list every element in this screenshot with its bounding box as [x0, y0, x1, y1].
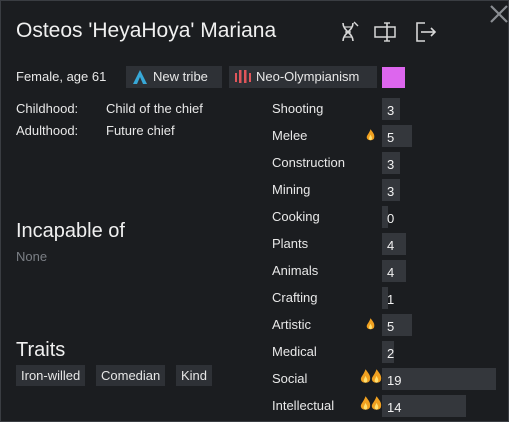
skill-level-value: 14 [387, 400, 402, 415]
skill-row-plants[interactable]: Plants 4 [272, 233, 502, 255]
skill-name: Social [272, 371, 308, 386]
skill-row-shooting[interactable]: Shooting 3 [272, 98, 502, 120]
ideoligion-icon [235, 70, 251, 83]
skill-name: Crafting [272, 290, 318, 305]
skill-level-value: 4 [387, 238, 395, 253]
skill-row-construction[interactable]: Construction 3 [272, 152, 502, 174]
skill-row-mining[interactable]: Mining 3 [272, 179, 502, 201]
skill-level-value: 4 [387, 265, 395, 280]
trait-chip[interactable]: Iron-willed [16, 365, 86, 386]
skill-level-value: 3 [387, 184, 395, 199]
skill-row-melee[interactable]: Melee 5 [272, 125, 502, 147]
skill-level-value: 19 [387, 373, 402, 388]
skill-row-intellectual[interactable]: Intellectual 14 [272, 395, 502, 417]
rename-icon[interactable] [373, 19, 399, 45]
skill-level-value: 5 [387, 130, 395, 145]
traits-heading: Traits [16, 339, 66, 361]
skill-level-value: 2 [387, 346, 395, 361]
ideology-label: Neo-Olympianism [256, 69, 360, 84]
incapable-heading: Incapable of [16, 220, 125, 242]
adulthood-value[interactable]: Future chief [106, 123, 175, 138]
skill-name: Construction [272, 155, 345, 170]
banish-icon[interactable] [413, 19, 439, 45]
passion-major-icon [360, 368, 382, 386]
skill-name: Mining [272, 182, 311, 197]
skill-row-artistic[interactable]: Artistic 5 [272, 314, 502, 336]
faction-chip[interactable]: New tribe [126, 66, 222, 88]
tribe-icon [133, 70, 147, 84]
skill-name: Animals [272, 263, 319, 278]
skill-row-crafting[interactable]: Crafting 1 [272, 287, 502, 309]
trait-chip[interactable]: Kind [176, 365, 213, 386]
skill-name: Shooting [272, 101, 324, 116]
ideology-chip[interactable]: Neo-Olympianism [229, 66, 377, 88]
passion-minor-icon [366, 318, 375, 336]
skill-name: Intellectual [272, 398, 335, 413]
gender-age-label: Female, age 61 [16, 69, 107, 84]
trait-chip[interactable]: Comedian [96, 365, 166, 386]
skill-name: Medical [272, 344, 317, 359]
skill-row-cooking[interactable]: Cooking 0 [272, 206, 502, 228]
character-card-panel: Osteos 'HeyaHoya' Mariana Female, age 61… [0, 0, 509, 422]
close-icon[interactable] [488, 3, 509, 25]
skill-row-animals[interactable]: Animals 4 [272, 260, 502, 282]
favorite-color-swatch[interactable] [382, 67, 405, 88]
skill-level-value: 5 [387, 319, 395, 334]
dna-icon[interactable] [335, 19, 361, 45]
incapable-value: None [16, 249, 48, 264]
faction-label: New tribe [153, 69, 208, 84]
skill-name: Cooking [272, 209, 320, 224]
passion-major-icon [360, 395, 382, 413]
passion-minor-icon [366, 129, 375, 147]
pawn-name: Osteos 'HeyaHoya' Mariana [16, 19, 277, 42]
skill-name: Artistic [272, 317, 311, 332]
skill-name: Plants [272, 236, 309, 251]
skill-row-social[interactable]: Social 19 [272, 368, 502, 390]
skill-level-value: 1 [387, 292, 395, 307]
skill-level-value: 3 [387, 103, 395, 118]
skill-row-medical[interactable]: Medical 2 [272, 341, 502, 363]
childhood-label: Childhood: [16, 101, 79, 116]
adulthood-label: Adulthood: [16, 123, 79, 138]
childhood-value[interactable]: Child of the chief [106, 101, 203, 116]
skill-name: Melee [272, 128, 308, 143]
skill-level-value: 3 [387, 157, 395, 172]
skill-level-value: 0 [387, 211, 395, 226]
